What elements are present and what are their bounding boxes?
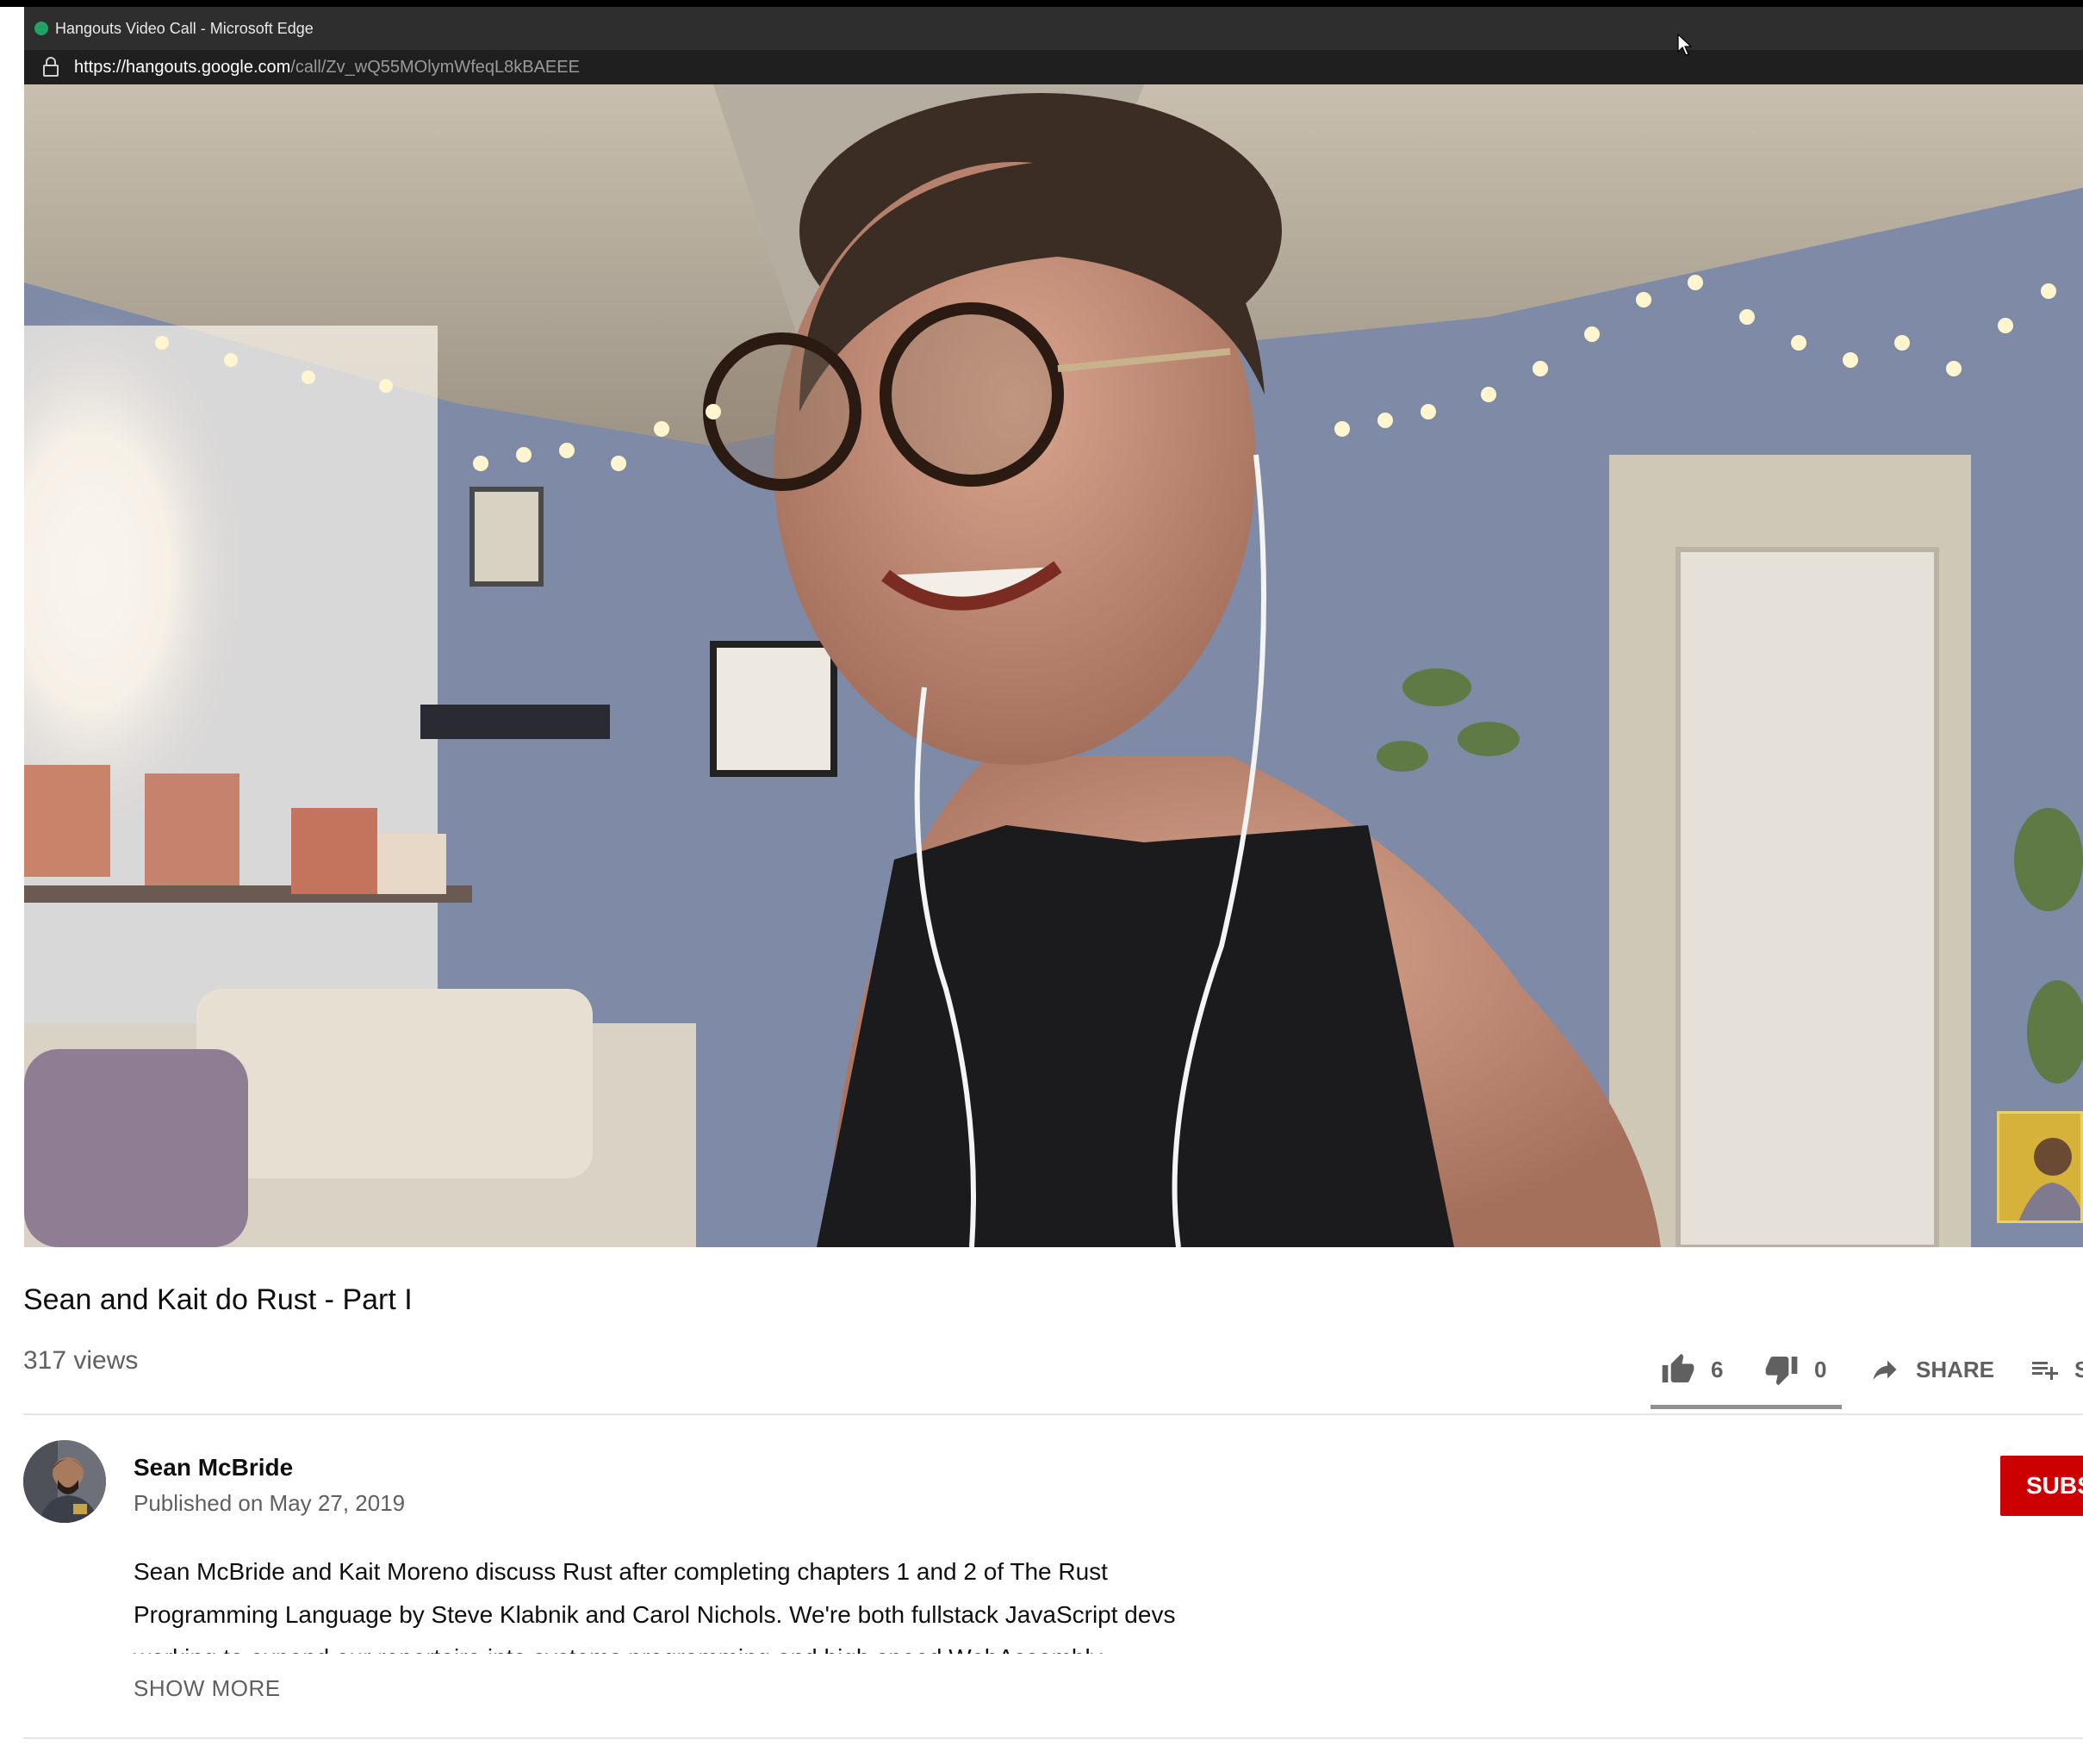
thumbs-down-icon <box>1765 1357 1798 1386</box>
publish-date: Published on May 27, 2019 <box>134 1490 406 1516</box>
hangouts-icon <box>34 22 48 35</box>
channel-avatar[interactable] <box>23 1440 106 1523</box>
divider <box>23 1413 2083 1415</box>
share-arrow-icon <box>1873 1360 1897 1380</box>
lock-icon <box>43 57 59 77</box>
share-label: SHARE <box>1916 1356 1995 1382</box>
view-count: 317 views <box>23 1346 139 1375</box>
save-label: S <box>2074 1356 2083 1382</box>
video-title: Sean and Kait do Rust - Part I <box>23 1283 413 1316</box>
self-view-thumbnail <box>1997 1111 2083 1223</box>
mouse-cursor-icon <box>1677 33 1693 56</box>
sentiment-bar <box>1651 1405 1842 1409</box>
save-to-playlist-button[interactable]: S <box>2030 1344 2083 1395</box>
video-description: Sean McBride and Kait Moreno discuss Rus… <box>134 1550 1253 1654</box>
like-button[interactable]: 6 <box>1661 1344 1723 1395</box>
url-host: https://hangouts.google.com <box>74 58 291 77</box>
edge-address-bar: https://hangouts.google.com/call/Zv_wQ55… <box>24 50 2083 84</box>
description-line: Sean McBride and Kait Moreno discuss Rus… <box>134 1558 1108 1585</box>
divider <box>23 1737 2083 1739</box>
avatar-image <box>23 1440 106 1523</box>
description-line: working to expand our repertoire into sy… <box>134 1637 1253 1654</box>
playlist-add-icon <box>2032 1362 2058 1380</box>
video-frame <box>24 84 2083 1247</box>
window-title: Hangouts Video Call - Microsoft Edge <box>55 20 314 37</box>
self-view-image <box>1999 1114 2080 1221</box>
show-more-button[interactable]: SHOW MORE <box>134 1675 281 1702</box>
url-path: /call/Zv_wQ55MOlymWfeqL8kBAEEE <box>290 58 580 77</box>
channel-name[interactable]: Sean McBride <box>134 1454 293 1481</box>
description-line: Programming Language by Steve Klabnik an… <box>134 1601 1176 1628</box>
share-button[interactable]: SHARE <box>1869 1344 1994 1395</box>
subscribe-button[interactable]: SUBS <box>2000 1456 2083 1516</box>
dislike-count: 0 <box>1814 1356 1827 1382</box>
thumbs-up-icon <box>1662 1353 1694 1382</box>
top-border <box>0 0 2083 7</box>
video-player[interactable]: Hangouts Video Call - Microsoft Edge htt… <box>24 7 2083 1247</box>
dislike-button[interactable]: 0 <box>1764 1344 1826 1395</box>
url-text: https://hangouts.google.com/call/Zv_wQ55… <box>74 50 580 84</box>
edge-title-bar: Hangouts Video Call - Microsoft Edge <box>24 7 2083 50</box>
like-count: 6 <box>1711 1356 1724 1382</box>
